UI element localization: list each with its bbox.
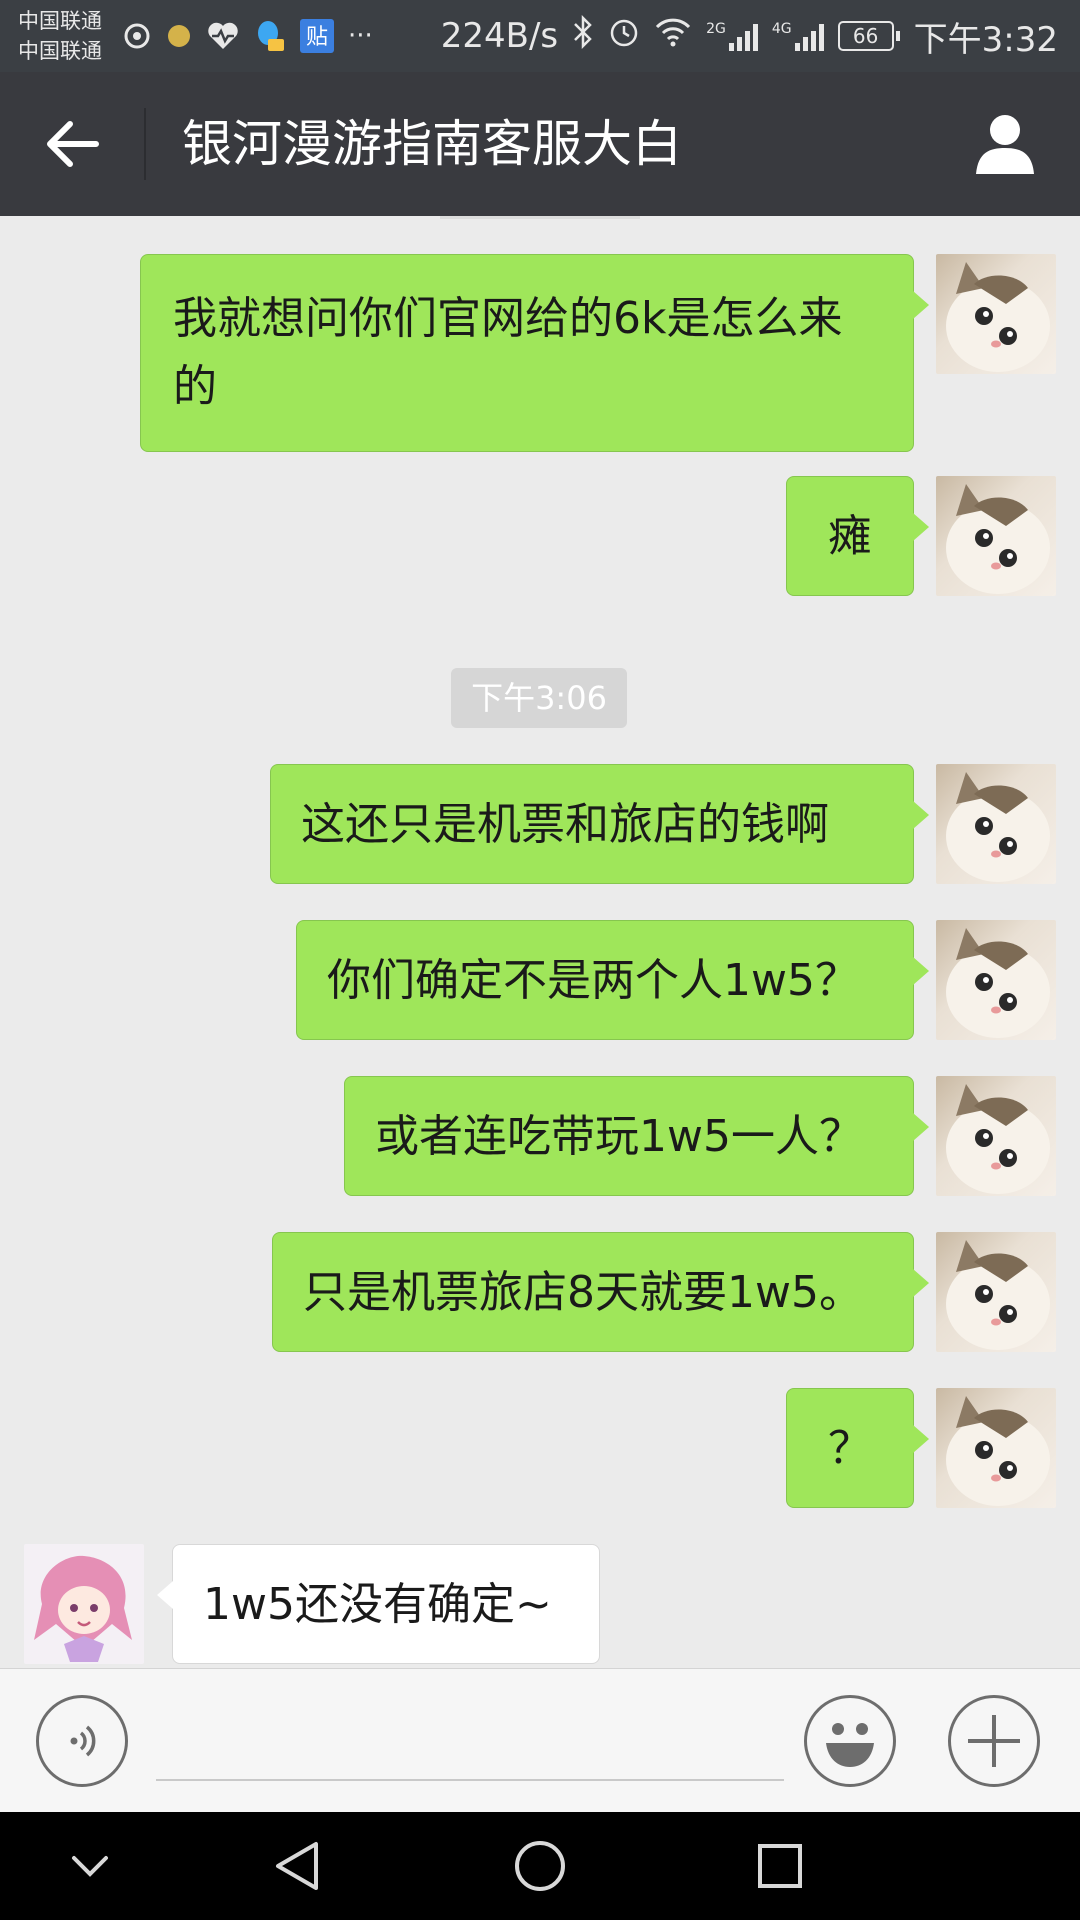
nav-back-icon — [276, 1842, 318, 1890]
collapse-button[interactable] — [58, 1834, 122, 1898]
chat-header: 银河漫游指南客服大白 — [0, 72, 1080, 216]
battery-icon: 66 — [837, 21, 900, 51]
contact-avatar[interactable] — [24, 1544, 144, 1664]
status-bar: 中国联通 中国联通 贴 ··· 224B/s 2G 4G 66 下午3:32 — [0, 0, 1080, 72]
message-input[interactable] — [156, 1709, 784, 1781]
home-button[interactable] — [508, 1834, 572, 1898]
notification-dot-icon — [166, 23, 192, 49]
nav-back-button[interactable] — [266, 1834, 330, 1898]
message-text: 1w5还没有确定~ — [203, 1579, 552, 1630]
system-nav-bar — [0, 1812, 1080, 1920]
carrier-2: 中国联通 — [18, 39, 102, 63]
home-icon — [515, 1841, 565, 1891]
cat-avatar-image — [946, 484, 1050, 594]
message-text: 或者连吃带玩1w5一人？ — [375, 1111, 863, 1162]
carrier-1: 中国联通 — [18, 9, 102, 33]
my-avatar[interactable] — [936, 1076, 1056, 1196]
back-button[interactable] — [40, 110, 108, 178]
message-timestamp: 下午3:06 — [451, 668, 627, 728]
more-notifications: ··· — [348, 21, 373, 51]
collapse-icon — [72, 1856, 108, 1877]
battery-level: 66 — [837, 21, 894, 51]
input-bar — [0, 1668, 1080, 1813]
health-icon — [206, 21, 240, 51]
alarm-icon — [608, 16, 640, 57]
my-avatar[interactable] — [936, 1232, 1056, 1352]
more-button[interactable] — [948, 1695, 1040, 1787]
chat-title: 银河漫游指南客服大白 — [182, 115, 682, 173]
bluetooth-icon — [572, 14, 594, 58]
outgoing-message[interactable]: 或者连吃带玩1w5一人？ — [344, 1076, 929, 1196]
cat-avatar-image — [946, 262, 1050, 372]
cat-avatar-image — [946, 928, 1050, 1038]
my-avatar[interactable] — [936, 476, 1056, 596]
voice-input-icon — [70, 1725, 96, 1757]
my-avatar[interactable] — [936, 764, 1056, 884]
signal-4g-icon: 4G — [772, 21, 824, 51]
cat-avatar-image — [946, 1396, 1050, 1506]
voice-button[interactable] — [36, 1695, 128, 1787]
contact-profile-icon — [976, 115, 1034, 174]
outgoing-message[interactable]: ？ — [786, 1388, 929, 1508]
status-time: 下午3:32 — [913, 19, 1058, 60]
signal-2g-icon: 2G — [706, 21, 758, 51]
carrier-labels: 中国联通 中国联通 — [18, 6, 102, 66]
cat-avatar-image — [946, 772, 1050, 882]
message-text: 瘫 — [828, 511, 872, 562]
outgoing-message[interactable]: 你们确定不是两个人1w5？ — [296, 920, 929, 1040]
my-avatar[interactable] — [936, 920, 1056, 1040]
network-speed: 224B/s — [440, 16, 559, 56]
my-avatar[interactable] — [936, 1388, 1056, 1508]
cat-avatar-image — [946, 1084, 1050, 1194]
profile-button[interactable] — [970, 108, 1040, 178]
message-list[interactable]: 我就想问你们官网给的6k是怎么来的 瘫 下午3:06 这还只是机票和旅店的钱啊 — [0, 216, 1080, 1668]
message-text: 你们确定不是两个人1w5？ — [327, 955, 859, 1006]
emoji-icon — [826, 1723, 874, 1767]
recents-button[interactable] — [748, 1834, 812, 1898]
header-divider — [144, 108, 146, 180]
message-text: 我就想问你们官网给的6k是怎么来的 — [173, 293, 843, 412]
anime-girl-avatar-image — [34, 1555, 132, 1662]
plus-icon — [968, 1715, 1020, 1767]
tieba-icon: 贴 — [300, 19, 334, 53]
cat-avatar-image — [946, 1240, 1050, 1350]
my-avatar[interactable] — [936, 254, 1056, 374]
outgoing-message[interactable]: 只是机票旅店8天就要1w5。 — [272, 1232, 929, 1352]
emoji-button[interactable] — [804, 1695, 896, 1787]
qq-icon — [254, 19, 286, 53]
message-text: 只是机票旅店8天就要1w5。 — [303, 1267, 863, 1318]
message-text: 这还只是机票和旅店的钱啊 — [301, 799, 829, 850]
incoming-message[interactable]: 1w5还没有确定~ — [157, 1544, 600, 1664]
wifi-icon — [654, 16, 692, 56]
netease-music-icon — [122, 21, 152, 51]
outgoing-message[interactable]: 瘫 — [786, 476, 929, 596]
outgoing-message[interactable]: 这还只是机票和旅店的钱啊 — [270, 764, 929, 884]
back-arrow-icon — [47, 121, 99, 167]
message-text: ？ — [828, 1423, 872, 1474]
recents-icon — [758, 1844, 802, 1888]
outgoing-message[interactable]: 我就想问你们官网给的6k是怎么来的 — [140, 254, 929, 452]
svg-text:贴: 贴 — [306, 25, 328, 50]
